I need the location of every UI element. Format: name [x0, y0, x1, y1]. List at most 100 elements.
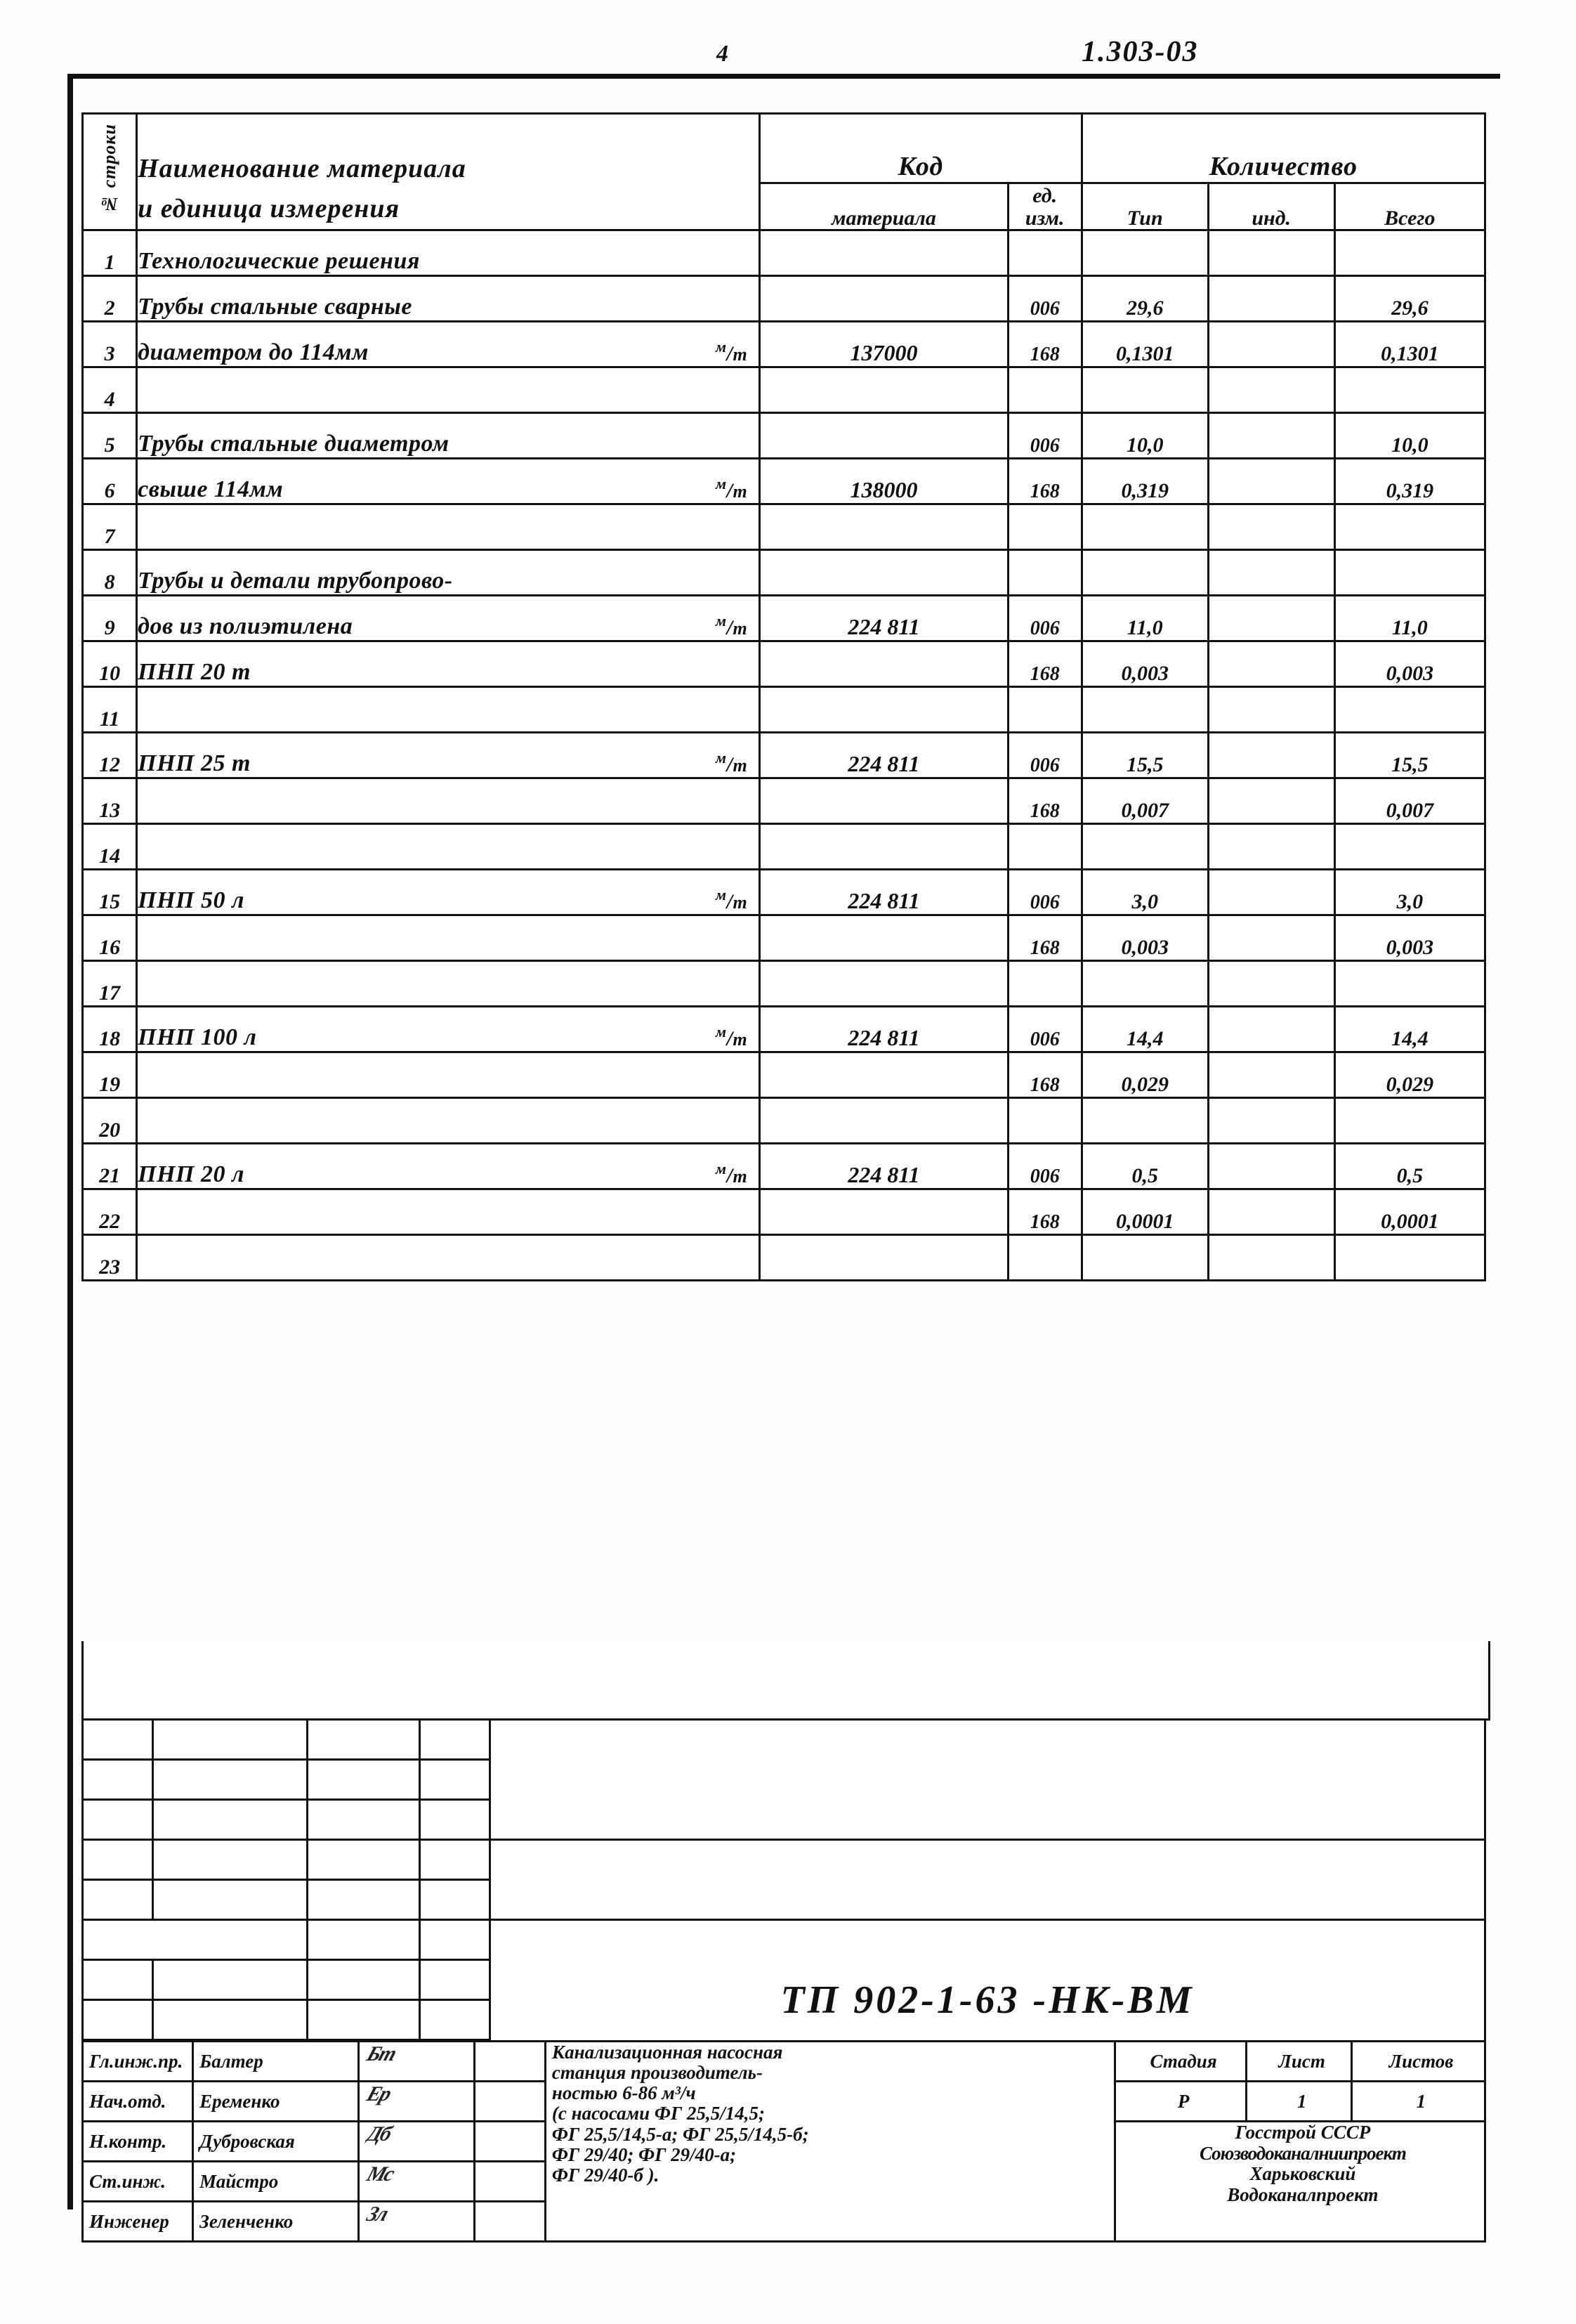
material-name-text: Трубы стальные диаметром: [138, 431, 449, 457]
sheets-value: 1: [1350, 2080, 1487, 2122]
header-code-material: материала: [759, 182, 1009, 231]
code-material-cell: 224 811: [759, 1005, 1009, 1053]
code-unit-cell: [1006, 960, 1083, 1007]
material-name-text: свыше 114мм: [138, 476, 284, 502]
qty-type-cell: 0,319: [1080, 457, 1209, 505]
qty-type-cell: 0,007: [1080, 777, 1209, 825]
code-material-cell: [759, 412, 1009, 459]
code-material-cell: 137000: [759, 320, 1009, 368]
qty-type-cell: 0,0001: [1080, 1188, 1209, 1236]
qty-total-cell: 10,0: [1333, 412, 1487, 459]
header-qty-ind: инд.: [1207, 182, 1336, 231]
frame-left-edge: [67, 74, 73, 2209]
material-name-cell: Трубы и детали трубопрово-: [136, 549, 761, 596]
material-name-cell: [136, 503, 761, 551]
row-number-cell: 8: [81, 549, 138, 596]
row-number-cell: 17: [81, 960, 138, 1007]
stage-label: Стадия: [1113, 2040, 1248, 2082]
row-number-cell: 4: [81, 366, 138, 414]
qty-ind-cell: [1207, 1051, 1336, 1099]
row-number-cell: 15: [81, 868, 138, 916]
revision-cell: [306, 1919, 421, 1961]
revision-cell: [419, 1718, 491, 1761]
revision-cell: [419, 1758, 491, 1801]
qty-ind-cell: [1207, 686, 1336, 733]
code-unit-cell: [1006, 823, 1083, 870]
revision-cell: [152, 1718, 308, 1761]
qty-total-cell: [1333, 366, 1487, 414]
signature-mark: Бт: [357, 2040, 475, 2082]
qty-type-cell: 11,0: [1080, 594, 1209, 642]
qty-type-cell: 0,003: [1080, 914, 1209, 962]
table-row: 8 Трубы и детали трубопрово-: [81, 549, 1487, 596]
row-number-cell: 14: [81, 823, 138, 870]
revision-row: [81, 1718, 1486, 1841]
signature-role: Н.контр.: [81, 2120, 195, 2162]
qty-total-cell: 29,6: [1333, 275, 1487, 322]
code-material-cell: 224 811: [759, 1142, 1009, 1190]
material-name-text: ПНП 20 т: [138, 659, 251, 685]
qty-ind-cell: [1207, 320, 1336, 368]
revision-cell: [419, 1959, 491, 2001]
material-name-cell: ПНП 25 т м/т: [136, 731, 761, 779]
signature-mark: Ер: [357, 2080, 475, 2122]
code-unit-cell: [1006, 549, 1083, 596]
signature-role: Гл.инж.пр.: [81, 2040, 195, 2082]
code-unit-cell: [1006, 229, 1083, 277]
row-number-cell: 1: [81, 229, 138, 277]
qty-type-cell: 0,5: [1080, 1142, 1209, 1190]
code-unit-cell: [1006, 503, 1083, 551]
revision-cell: [306, 1799, 421, 1841]
qty-total-cell: 0,003: [1333, 914, 1487, 962]
revision-cell: [81, 1879, 154, 1921]
organization-line: Водоканалпроект: [1227, 2184, 1379, 2206]
material-name-cell: [136, 960, 761, 1007]
qty-ind-cell: [1207, 823, 1336, 870]
qty-total-cell: [1333, 229, 1487, 277]
qty-type-cell: [1080, 549, 1209, 596]
material-name-cell: Трубы стальные диаметром: [136, 412, 761, 459]
signature-role: Нач.отд.: [81, 2080, 195, 2122]
code-material-cell: [759, 1234, 1009, 1281]
code-material-cell: 138000: [759, 457, 1009, 505]
qty-type-cell: 10,0: [1080, 412, 1209, 459]
signature-mark: Зл: [357, 2200, 475, 2243]
unit-fraction: м/т: [716, 1022, 748, 1050]
material-name-cell: [136, 1097, 761, 1144]
material-name-text: ПНП 50 л: [138, 887, 244, 913]
revision-cell: [81, 1959, 154, 2001]
qty-type-cell: 0,029: [1080, 1051, 1209, 1099]
table-row: 6 свыше 114мм м/т 138000 168 0,319 0,319: [81, 457, 1487, 505]
row-number-cell: 16: [81, 914, 138, 962]
row-number-cell: 11: [81, 686, 138, 733]
row-number-cell: 7: [81, 503, 138, 551]
revision-wide-cell-top: [489, 1718, 1486, 1841]
qty-ind-cell: [1207, 229, 1336, 277]
table-row: 5 Трубы стальные диаметром 006 10,0 10,0: [81, 412, 1487, 459]
revision-cell: [81, 1839, 154, 1881]
table-row: 22 168 0,0001 0,0001: [81, 1188, 1487, 1236]
qty-total-cell: 0,003: [1333, 640, 1487, 688]
qty-total-cell: [1333, 503, 1487, 551]
handwritten-signature: Зл: [363, 2202, 390, 2226]
code-material-cell: 224 811: [759, 868, 1009, 916]
code-material-cell: [759, 914, 1009, 962]
row-number-cell: 6: [81, 457, 138, 505]
revision-cell: [81, 1999, 154, 2041]
qty-ind-cell: [1207, 1234, 1336, 1281]
qty-ind-cell: [1207, 503, 1336, 551]
signature-body: Гл.инж.пр. Балтер Бт Канализационная насосн…: [81, 2040, 1487, 2243]
material-name-text: диаметром до 114мм: [138, 339, 369, 365]
header-material-name: Наименование материала и единица измерен…: [136, 112, 761, 231]
unit-fraction: м/т: [716, 474, 748, 502]
table-row: 23: [81, 1234, 1487, 1281]
revision-cell-wide: [81, 1919, 308, 1961]
material-name-text: ПНП 20 л: [138, 1161, 244, 1187]
organization-line: Госстрой СССР: [1235, 2122, 1371, 2143]
table-header-row-1: № строки Наименование материала и единиц…: [81, 112, 1487, 231]
signature-name: Балтер: [192, 2040, 360, 2082]
handwritten-signature: Дб: [363, 2122, 394, 2146]
revision-block: ТП 902-1-63 -НК-ВМ: [81, 1718, 1486, 2081]
code-unit-cell: 168: [1006, 914, 1083, 962]
row-number-cell: 13: [81, 777, 138, 825]
